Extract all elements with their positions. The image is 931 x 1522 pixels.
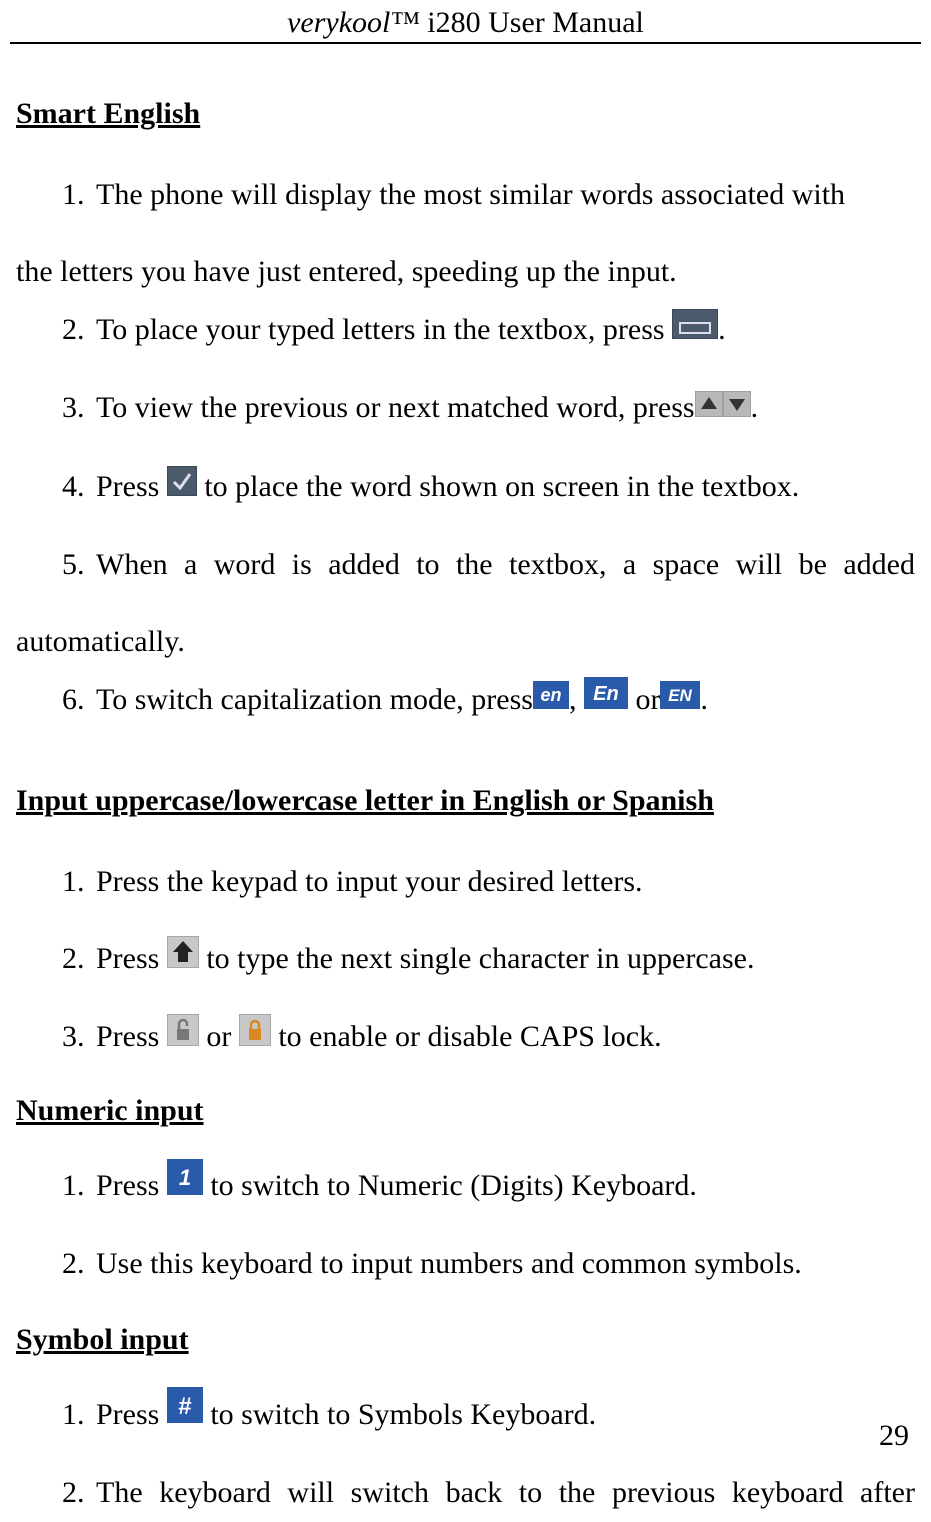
list-number: 3. [62,1008,96,1068]
svg-text:1: 1 [179,1165,191,1190]
text-fragment: . [751,391,759,424]
list-number: 2. [62,301,96,361]
list-item: 4. Press to place the word shown on scre… [62,458,915,518]
text-fragment: to place the word shown on screen in the… [197,470,799,503]
list-item: 1. Press the keypad to input your desire… [62,853,915,912]
list-number: 1. [62,1386,96,1446]
list-text: Press to place the word shown on screen … [96,458,915,518]
header-title-rest: i280 User Manual [420,6,644,39]
list-item: 2. The keyboard will switch back to the … [62,1464,915,1522]
list-item: 1. The phone will display the most simil… [62,166,915,301]
text-fragment: to enable or disable CAPS lock. [271,1020,662,1053]
list-item: 1. Press 1 to switch to Numeric (Digits)… [62,1157,915,1217]
list-item: 2. Press to type the next single charact… [62,930,915,990]
list-text: When a word is added to the textbox, a s… [96,536,915,595]
list-item: 2. To place your typed letters in the te… [62,301,915,361]
list-symbol: 1. Press # to switch to Symbols Keyboard… [16,1386,915,1522]
list-text: Press the keypad to input your desired l… [96,853,915,912]
text-fragment: Press [96,942,167,975]
list-number: 4. [62,458,96,518]
list-number: 2. [62,1235,96,1294]
shift-up-icon [167,930,199,989]
en-upper-icon: EN [660,671,700,730]
list-number: 1. [62,853,96,912]
list-number: 2. [62,1464,96,1522]
text-fragment: or [628,683,661,716]
list-item: 6. To switch capitalization mode, press e… [62,671,915,731]
section-heading-uppercase-lowercase: Input uppercase/lowercase letter in Engl… [16,777,915,825]
text-fragment: to switch to Symbols Keyboard. [203,1398,596,1431]
text-fragment: To place your typed letters in the textb… [96,313,672,346]
en-mixed-icon: En [584,671,628,730]
list-continuation: the letters you have just entered, speed… [16,243,915,302]
list-text: To place your typed letters in the textb… [96,301,915,361]
en-lower-icon: en [533,671,569,730]
svg-text:#: # [178,1393,191,1420]
section-heading-symbol: Symbol input [16,1316,915,1364]
text-fragment: To switch capitalization mode, press [96,683,533,716]
svg-text:En: En [593,683,619,705]
text-fragment: To view the previous or next matched wor… [96,391,695,424]
text-fragment: , [569,683,584,716]
page-content: Smart English 1. The phone will display … [0,90,931,1522]
text-fragment: Press [96,470,167,503]
list-text: Press to type the next single character … [96,930,915,990]
list-number: 1. [62,1157,96,1217]
list-text: The phone will display the most similar … [96,166,915,225]
list-item: 3. Press or to enable or disable CAPS lo… [62,1008,915,1068]
list-number: 6. [62,671,96,731]
list-text: To view the previous or next matched wor… [96,379,915,439]
list-number: 5. [62,536,96,595]
text-fragment: to switch to Numeric (Digits) Keyboard. [203,1169,697,1202]
text-fragment: Press [96,1398,167,1431]
text-fragment: or [199,1020,239,1053]
text-fragment: Press [96,1169,167,1202]
up-down-arrows-icon [695,379,751,438]
text-fragment: Press [96,1020,167,1053]
space-key-icon [672,301,718,360]
text-fragment: to type the next single character in upp… [199,942,755,975]
section-heading-numeric: Numeric input [16,1087,915,1135]
list-text: Press or to enable or disable CAPS lock. [96,1008,915,1068]
header-title-italic: verykool™ [287,6,420,39]
svg-text:en: en [540,685,561,705]
list-item: 5. When a word is added to the textbox, … [62,536,915,671]
check-key-icon [167,458,197,517]
text-fragment: . [700,683,708,716]
list-text: Press # to switch to Symbols Keyboard. [96,1386,915,1446]
one-key-icon: 1 [167,1157,203,1216]
page-number: 29 [879,1419,909,1453]
list-text: To switch capitalization mode, pressen, … [96,671,915,731]
list-text: The keyboard will switch back to the pre… [96,1464,915,1522]
list-continuation: automatically. [16,613,915,672]
list-number: 3. [62,379,96,439]
section-heading-smart-english: Smart English [16,90,915,138]
lock-open-icon [167,1008,199,1067]
lock-closed-icon [239,1008,271,1067]
hash-key-icon: # [167,1385,203,1444]
list-number: 2. [62,930,96,990]
list-text: Press 1 to switch to Numeric (Digits) Ke… [96,1157,915,1217]
text-fragment: . [718,313,726,346]
list-text: Use this keyboard to input numbers and c… [96,1235,915,1294]
list-numeric: 1. Press 1 to switch to Numeric (Digits)… [16,1157,915,1294]
page-header: verykool™ i280 User Manual [10,0,921,44]
list-smart-english: 1. The phone will display the most simil… [16,166,915,731]
svg-text:EN: EN [669,686,693,705]
list-item: 3. To view the previous or next matched … [62,379,915,439]
list-number: 1. [62,166,96,225]
list-item: 1. Press # to switch to Symbols Keyboard… [62,1386,915,1446]
list-item: 2. Use this keyboard to input numbers an… [62,1235,915,1294]
list-uppercase-lowercase: 1. Press the keypad to input your desire… [16,853,915,1068]
